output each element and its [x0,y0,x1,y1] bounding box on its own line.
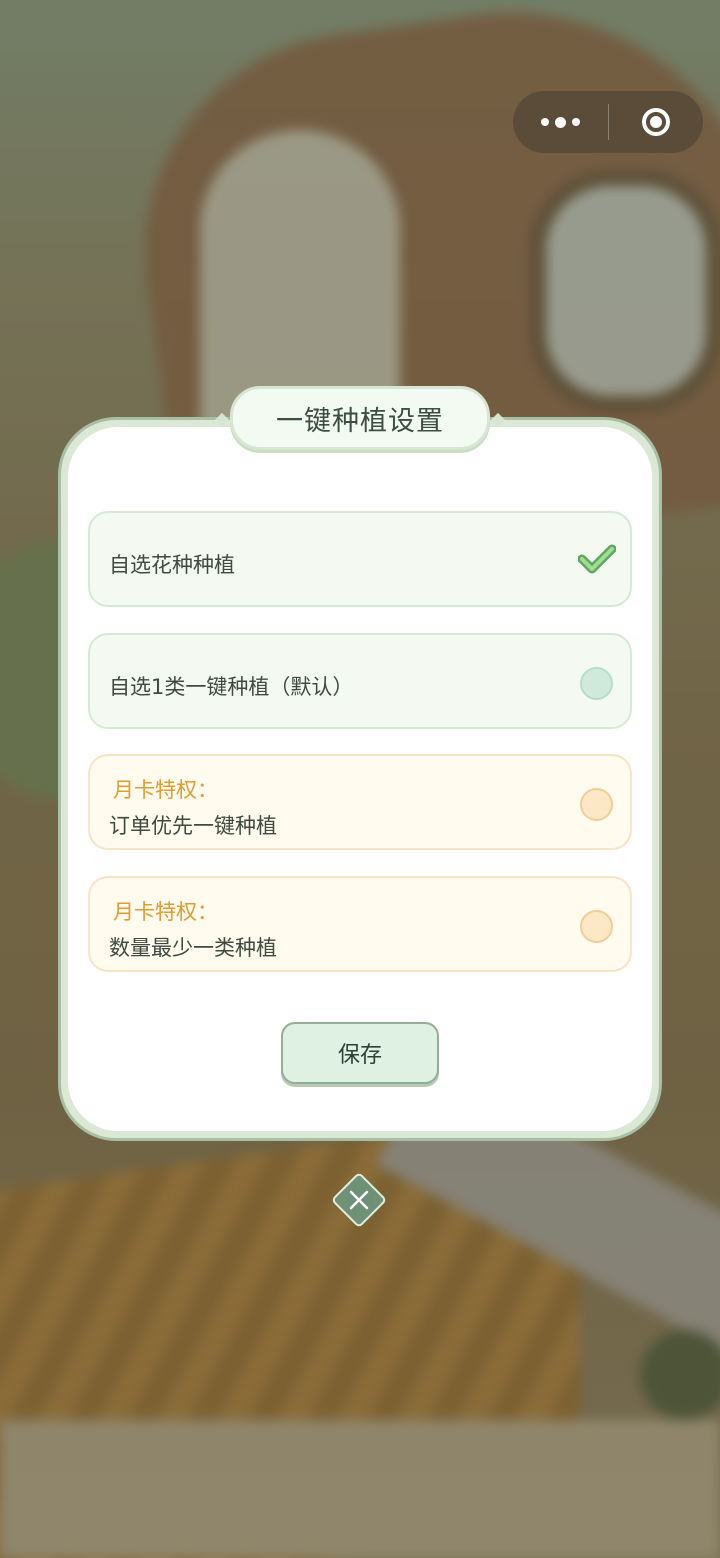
option-label: 自选1类一键种植（默认） [109,675,354,699]
option-least-quantity[interactable]: 月卡特权： 数量最少一类种植 [88,876,632,972]
option-custom-seed[interactable]: 自选花种种植 [88,511,632,607]
radio-circle-icon[interactable] [580,788,613,821]
dialog-title: 一键种植设置 [276,405,444,437]
monthly-card-tag: 月卡特权： [113,778,218,802]
close-icon[interactable] [339,1180,379,1220]
more-dots-icon[interactable] [513,91,608,153]
miniprogram-capsule [513,91,703,153]
game-screen: 一键种植设置 自选花种种植 自选1类一键种植（默认） 月卡特权： 订单优先一键种… [0,0,720,1558]
dialog-title-tab: 一键种植设置 [214,386,506,450]
option-one-category-default[interactable]: 自选1类一键种植（默认） [88,633,632,729]
save-button[interactable]: 保存 [281,1022,439,1084]
option-label: 自选花种种植 [109,553,235,577]
option-order-priority[interactable]: 月卡特权： 订单优先一键种植 [88,754,632,850]
radio-circle-icon[interactable] [580,667,613,700]
option-label: 数量最少一类种植 [109,936,277,960]
target-circle-icon[interactable] [609,91,703,153]
save-button-label: 保存 [337,1043,382,1068]
monthly-card-tag: 月卡特权： [113,900,218,924]
checkmark-icon [578,544,616,574]
radio-circle-icon[interactable] [580,910,613,943]
option-label: 订单优先一键种植 [109,814,277,838]
